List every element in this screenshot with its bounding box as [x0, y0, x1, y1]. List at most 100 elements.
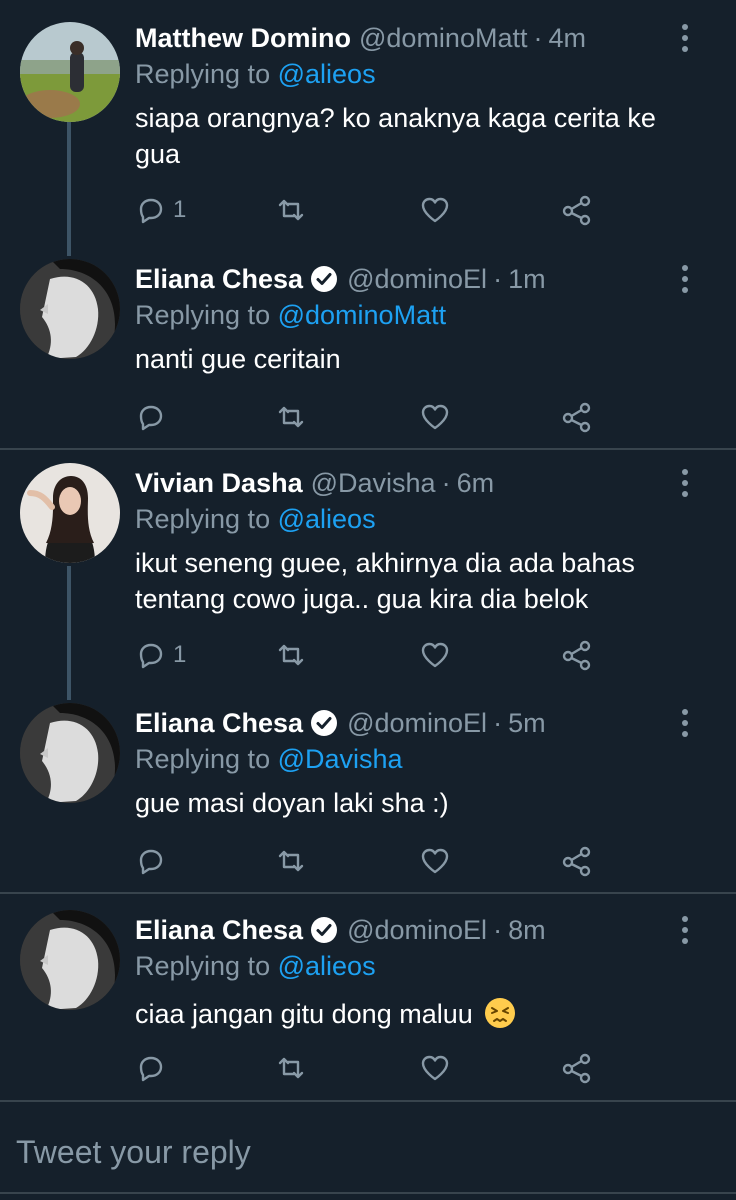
- retweet-icon: [278, 644, 304, 666]
- tweet[interactable]: Matthew Domino @dominoMatt · 4m Replying…: [0, 18, 736, 248]
- tweet-header: Eliana Chesa @dominoEl · 5m: [135, 703, 546, 743]
- retweet-button[interactable]: [275, 190, 307, 230]
- divider: [0, 1192, 736, 1194]
- tweet-text: nanti gue ceritain: [135, 344, 341, 374]
- timestamp[interactable]: 1m: [508, 259, 546, 299]
- girl-portrait-avatar: [20, 463, 120, 563]
- reply-button[interactable]: [135, 397, 173, 437]
- retweet-button[interactable]: [275, 397, 307, 437]
- tweet-actions: [135, 841, 605, 881]
- share-button[interactable]: [561, 635, 593, 675]
- mention-link[interactable]: @alieos: [278, 951, 376, 981]
- share-icon: [562, 846, 591, 877]
- verified-badge-icon: [309, 915, 339, 945]
- retweet-icon: [278, 1057, 304, 1079]
- display-name[interactable]: Eliana Chesa: [135, 703, 303, 743]
- tweet-reply-input[interactable]: [0, 1122, 736, 1182]
- separator-dot: ·: [493, 708, 503, 738]
- tweet[interactable]: Eliana Chesa @dominoEl · 1m Replying to …: [0, 259, 736, 439]
- replying-to-label: Replying to: [135, 300, 271, 330]
- replying-to-line: Replying to @alieos: [135, 499, 376, 539]
- timestamp[interactable]: 4m: [548, 18, 586, 58]
- divider: [0, 892, 736, 894]
- tweet-text: gue masi doyan laki sha :): [135, 788, 449, 818]
- retweet-icon: [278, 199, 304, 221]
- tweet[interactable]: Vivian Dasha @Davisha · 6m Replying to @…: [0, 463, 736, 683]
- retweet-button[interactable]: [275, 1048, 307, 1088]
- mention-link[interactable]: @dominoMatt: [278, 300, 446, 330]
- reply-icon: [139, 1056, 163, 1082]
- more-vertical-icon[interactable]: [670, 910, 700, 950]
- user-handle[interactable]: @Davisha: [311, 463, 436, 503]
- avatar[interactable]: [20, 259, 120, 359]
- tweet-actions: [135, 1048, 605, 1088]
- reply-count: 1: [173, 196, 187, 223]
- share-icon: [562, 1053, 591, 1084]
- avatar[interactable]: [20, 22, 120, 122]
- share-button[interactable]: [561, 841, 593, 881]
- user-handle[interactable]: @dominoMatt: [359, 18, 527, 58]
- like-icon: [421, 848, 449, 874]
- timestamp[interactable]: 8m: [508, 910, 546, 950]
- user-handle[interactable]: @dominoEl: [347, 259, 487, 299]
- retweet-button[interactable]: [275, 841, 307, 881]
- separator-dot: ·: [493, 915, 503, 945]
- tweet-actions: 1: [135, 190, 605, 230]
- separator-dot: ·: [441, 468, 451, 498]
- tweet[interactable]: Eliana Chesa @dominoEl · 8m Replying to …: [0, 910, 736, 1090]
- persevering-face-emoji: [484, 997, 516, 1029]
- display-name[interactable]: Matthew Domino: [135, 18, 351, 58]
- tweet-text: ikut seneng guee, akhirnya dia ada bahas…: [135, 548, 635, 614]
- tweet-text: siapa orangnya? ko anaknya kaga cerita k…: [135, 103, 656, 169]
- mention-link[interactable]: @alieos: [278, 59, 376, 89]
- more-vertical-icon[interactable]: [670, 703, 700, 743]
- tweet-header: Eliana Chesa @dominoEl · 1m: [135, 259, 546, 299]
- like-button[interactable]: [419, 1048, 451, 1088]
- reply-button[interactable]: [135, 1048, 173, 1088]
- bw-profile-avatar: [20, 703, 120, 803]
- timestamp[interactable]: 5m: [508, 703, 546, 743]
- mention-link[interactable]: @Davisha: [278, 744, 403, 774]
- reply-icon: [139, 643, 163, 669]
- user-handle[interactable]: @dominoEl: [347, 910, 487, 950]
- verified-badge-icon: [309, 264, 339, 294]
- share-icon: [562, 402, 591, 433]
- replying-to-label: Replying to: [135, 951, 271, 981]
- more-vertical-icon[interactable]: [670, 18, 700, 58]
- more-vertical-icon[interactable]: [670, 463, 700, 503]
- like-button[interactable]: [419, 397, 451, 437]
- avatar[interactable]: [20, 463, 120, 563]
- more-vertical-icon[interactable]: [670, 259, 700, 299]
- avatar[interactable]: [20, 910, 120, 1010]
- like-icon: [421, 197, 449, 223]
- tweet-header: Matthew Domino @dominoMatt · 4m: [135, 18, 586, 58]
- reply-icon: [139, 849, 163, 875]
- share-button[interactable]: [561, 1048, 593, 1088]
- separator-dot: ·: [533, 23, 543, 53]
- mention-link[interactable]: @alieos: [278, 504, 376, 534]
- display-name[interactable]: Eliana Chesa: [135, 910, 303, 950]
- like-button[interactable]: [419, 190, 451, 230]
- display-name[interactable]: Eliana Chesa: [135, 259, 303, 299]
- like-button[interactable]: [419, 841, 451, 881]
- reply-button[interactable]: 1: [135, 635, 186, 675]
- display-name[interactable]: Vivian Dasha: [135, 463, 303, 503]
- tweet-header: Vivian Dasha @Davisha · 6m: [135, 463, 494, 503]
- user-handle[interactable]: @dominoEl: [347, 703, 487, 743]
- reply-thread-screen: Matthew Domino @dominoMatt · 4m Replying…: [0, 0, 736, 1200]
- timestamp[interactable]: 6m: [457, 463, 495, 503]
- share-button[interactable]: [561, 190, 593, 230]
- replying-to-label: Replying to: [135, 504, 271, 534]
- replying-to-line: Replying to @alieos: [135, 54, 376, 94]
- replying-to-line: Replying to @alieos: [135, 946, 376, 986]
- avatar[interactable]: [20, 703, 120, 803]
- reply-count: 1: [173, 641, 187, 668]
- like-button[interactable]: [419, 635, 451, 675]
- share-button[interactable]: [561, 397, 593, 437]
- tweet[interactable]: Eliana Chesa @dominoEl · 5m Replying to …: [0, 703, 736, 883]
- reply-button[interactable]: [135, 841, 173, 881]
- bw-profile-avatar: [20, 910, 120, 1010]
- separator-dot: ·: [493, 264, 503, 294]
- reply-button[interactable]: 1: [135, 190, 186, 230]
- retweet-button[interactable]: [275, 635, 307, 675]
